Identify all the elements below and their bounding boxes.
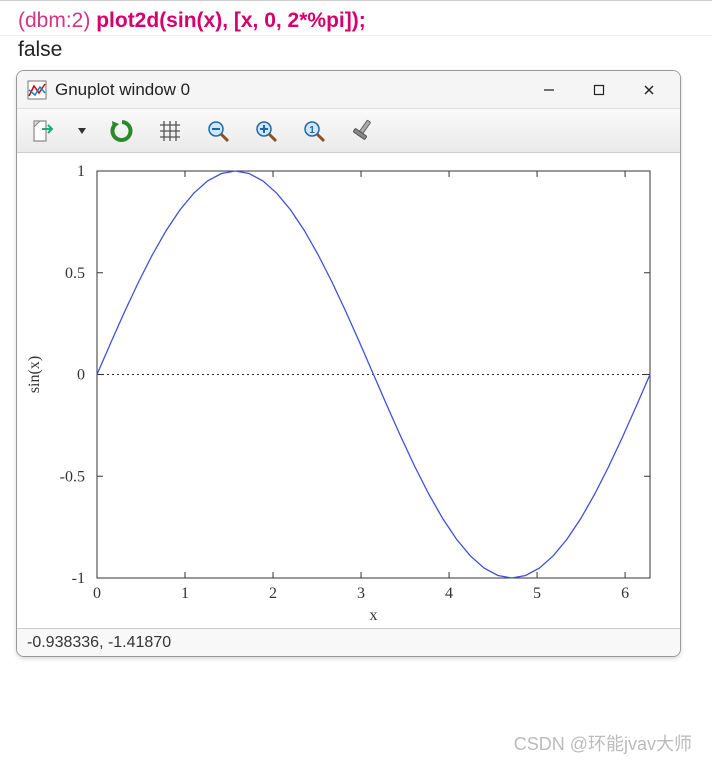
- svg-text:5: 5: [533, 585, 541, 602]
- export-button[interactable]: [27, 116, 57, 146]
- reload-button[interactable]: [107, 116, 137, 146]
- command-input-area: (dbm:2) plot2d(sin(x), [x, 0, 2*%pi]);: [0, 0, 712, 36]
- plot-canvas: -1 -0.5 0 0.5 1 0 1 2 3 4 5 6 x sin(x): [17, 153, 680, 628]
- plot-area[interactable]: -1 -0.5 0 0.5 1 0 1 2 3 4 5 6 x sin(x): [17, 153, 680, 628]
- zoom-reset-button[interactable]: 1: [299, 116, 329, 146]
- cursor-coordinates: -0.938336, -1.41870: [27, 634, 171, 652]
- zoom-out-button[interactable]: [203, 116, 233, 146]
- window-title: Gnuplot window 0: [55, 80, 524, 100]
- settings-button[interactable]: [347, 116, 377, 146]
- svg-text:0.5: 0.5: [65, 265, 85, 282]
- svg-text:1: 1: [309, 125, 315, 136]
- svg-text:2: 2: [269, 585, 277, 602]
- svg-text:4: 4: [445, 585, 453, 602]
- maximize-button[interactable]: [574, 72, 624, 108]
- command-result: false: [0, 36, 712, 66]
- svg-text:-1: -1: [72, 570, 85, 587]
- svg-text:6: 6: [621, 585, 629, 602]
- svg-text:1: 1: [181, 585, 189, 602]
- svg-text:0: 0: [77, 367, 85, 384]
- toolbar: 1: [17, 109, 680, 153]
- titlebar[interactable]: Gnuplot window 0: [17, 71, 680, 109]
- prompt-label: (dbm:2): [18, 9, 90, 32]
- svg-text:0: 0: [93, 585, 101, 602]
- status-bar: -0.938336, -1.41870: [17, 628, 680, 656]
- gnuplot-window: Gnuplot window 0: [16, 70, 681, 657]
- svg-text:-0.5: -0.5: [60, 468, 85, 485]
- export-dropdown-icon[interactable]: [75, 116, 89, 146]
- svg-text:x: x: [370, 607, 378, 624]
- zoom-in-button[interactable]: [251, 116, 281, 146]
- watermark: CSDN @环能jvav大师: [514, 730, 692, 756]
- window-controls: [524, 72, 674, 108]
- minimize-button[interactable]: [524, 72, 574, 108]
- close-button[interactable]: [624, 72, 674, 108]
- app-icon: [27, 80, 47, 100]
- svg-text:3: 3: [357, 585, 365, 602]
- svg-text:sin(x): sin(x): [26, 356, 43, 393]
- grid-button[interactable]: [155, 116, 185, 146]
- command-text: plot2d(sin(x), [x, 0, 2*%pi]);: [96, 9, 366, 32]
- svg-text:1: 1: [77, 163, 85, 180]
